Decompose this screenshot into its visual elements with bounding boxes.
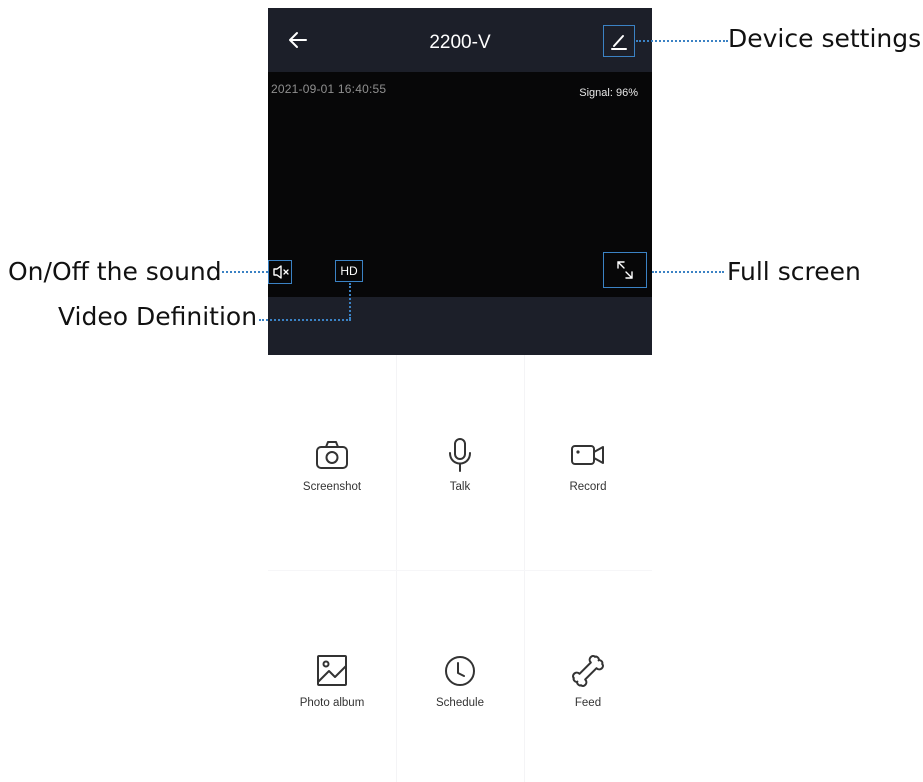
feed-label: Feed <box>574 697 602 709</box>
photo-album-label: Photo album <box>299 697 365 709</box>
clock-icon <box>445 656 475 686</box>
device-settings-leader <box>636 40 728 42</box>
video-control-bar <box>268 297 652 355</box>
grid-divider <box>268 570 652 571</box>
talk-button[interactable]: Talk <box>396 437 524 517</box>
speaker-muted-icon <box>273 265 289 279</box>
page-title: 2200-V <box>429 32 491 53</box>
bone-icon <box>572 655 604 687</box>
action-grid: Screenshot Talk Record Photo album Sched… <box>268 355 652 782</box>
video-definition-button[interactable]: HD <box>335 260 363 282</box>
video-player[interactable]: 2021-09-01 16:40:55 Signal: 96% HD <box>268 72 652 297</box>
video-timestamp: 2021-09-01 16:40:55 <box>271 82 387 96</box>
sound-toggle-button[interactable] <box>268 260 292 284</box>
microphone-icon <box>449 438 471 472</box>
fullscreen-button[interactable] <box>603 252 647 288</box>
feed-button[interactable]: Feed <box>524 653 652 733</box>
arrow-left-icon <box>289 32 307 48</box>
schedule-button[interactable]: Schedule <box>396 653 524 733</box>
schedule-label: Schedule <box>436 697 484 709</box>
edit-icon <box>611 35 627 50</box>
device-screen: 2200-V 2021-09-01 16:40:55 Signal: 96% H… <box>268 0 652 782</box>
record-label: Record <box>569 481 607 493</box>
screenshot-button[interactable]: Screenshot <box>268 437 396 517</box>
photo-album-icon <box>317 655 347 686</box>
video-camera-icon <box>571 445 604 465</box>
sound-leader <box>222 271 268 273</box>
signal-strength: Signal: 96% <box>579 87 638 99</box>
fullscreen-icon <box>617 261 633 279</box>
screenshot-label: Screenshot <box>302 481 362 493</box>
top-bar: 2200-V <box>268 8 652 72</box>
device-settings-button[interactable] <box>603 25 635 57</box>
definition-annotation: Video Definition <box>58 302 258 331</box>
definition-leader-horizontal <box>259 319 351 321</box>
sound-annotation: On/Off the sound <box>8 257 222 286</box>
camera-icon <box>316 441 348 469</box>
back-button[interactable] <box>286 28 310 52</box>
definition-leader-vertical <box>349 283 351 319</box>
device-settings-annotation: Device settings <box>728 24 922 53</box>
photo-album-button[interactable]: Photo album <box>268 653 396 733</box>
talk-label: Talk <box>449 481 471 493</box>
record-button[interactable]: Record <box>524 437 652 517</box>
fullscreen-leader <box>652 271 724 273</box>
fullscreen-annotation: Full screen <box>727 257 861 286</box>
